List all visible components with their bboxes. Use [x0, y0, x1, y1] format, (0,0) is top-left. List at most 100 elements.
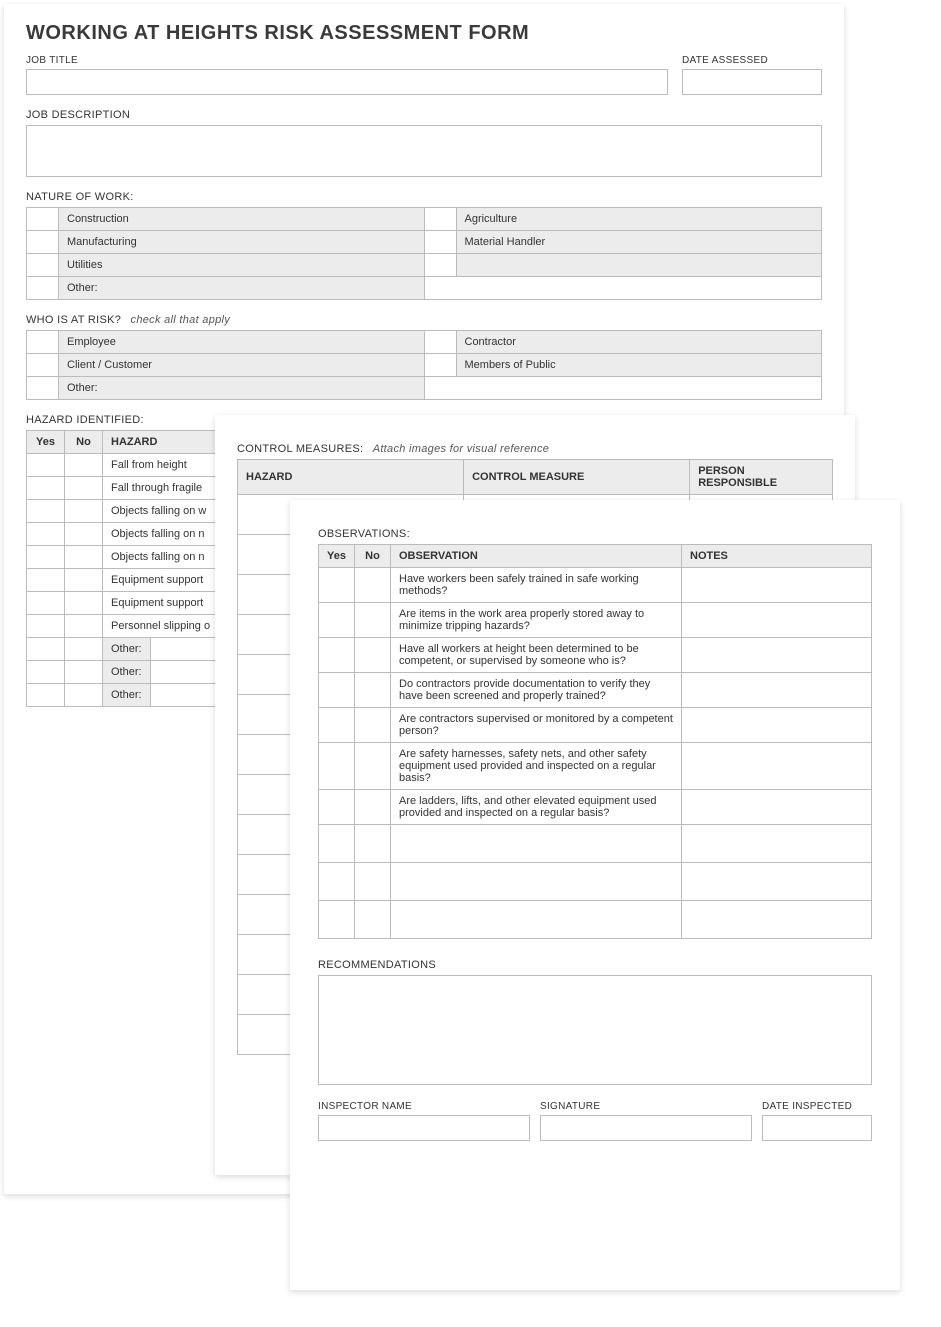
risk-other-input[interactable] [424, 377, 822, 400]
hazard-yes-check[interactable] [27, 500, 65, 523]
obs-notes-cell[interactable] [682, 568, 872, 603]
obs-no-check[interactable] [355, 638, 391, 673]
hazard-no-header: No [65, 431, 103, 454]
control-measures-label: CONTROL MEASURES: Attach images for visu… [237, 443, 833, 455]
obs-yes-check[interactable] [319, 568, 355, 603]
obs-yes-check[interactable] [319, 825, 355, 863]
hazard-no-check[interactable] [65, 500, 103, 523]
obs-text-blank[interactable] [391, 901, 682, 939]
obs-no-header: No [355, 545, 391, 568]
hazard-yes-check[interactable] [27, 592, 65, 615]
hazard-yes-check[interactable] [27, 477, 65, 500]
signature-input[interactable] [540, 1115, 752, 1141]
nature-check[interactable] [27, 277, 59, 300]
nature-check[interactable] [27, 231, 59, 254]
obs-yes-check[interactable] [319, 901, 355, 939]
inspector-name-input[interactable] [318, 1115, 530, 1141]
obs-yes-check[interactable] [319, 863, 355, 901]
hazard-no-check[interactable] [65, 615, 103, 638]
nature-check[interactable] [424, 254, 456, 277]
obs-notes-cell[interactable] [682, 901, 872, 939]
obs-no-check[interactable] [355, 708, 391, 743]
nature-check[interactable] [27, 254, 59, 277]
hazard-other-input[interactable] [151, 638, 225, 660]
obs-yes-check[interactable] [319, 638, 355, 673]
hazard-yes-check[interactable] [27, 523, 65, 546]
nature-other-input[interactable] [424, 277, 822, 300]
obs-notes-cell[interactable] [682, 743, 872, 790]
hazard-yes-check[interactable] [27, 454, 65, 477]
job-description-input[interactable] [26, 125, 822, 177]
hazard-other-input[interactable] [151, 661, 225, 683]
obs-yes-check[interactable] [319, 603, 355, 638]
hazard-no-check[interactable] [65, 684, 103, 707]
date-assessed-input[interactable] [682, 69, 822, 95]
hazard-no-check[interactable] [65, 638, 103, 661]
obs-notes-cell[interactable] [682, 673, 872, 708]
obs-text: Do contractors provide documentation to … [391, 673, 682, 708]
obs-notes-cell[interactable] [682, 603, 872, 638]
risk-option: Employee [59, 331, 425, 354]
risk-option: Members of Public [456, 354, 822, 377]
obs-no-check[interactable] [355, 603, 391, 638]
risk-check[interactable] [27, 377, 59, 400]
obs-no-check[interactable] [355, 568, 391, 603]
hazard-yes-check[interactable] [27, 569, 65, 592]
hazard-other-cell: Other: [103, 684, 226, 707]
hazard-no-check[interactable] [65, 546, 103, 569]
observations-table: Yes No OBSERVATION NOTES Have workers be… [318, 544, 872, 939]
hazard-no-check[interactable] [65, 569, 103, 592]
nature-option [456, 254, 822, 277]
risk-check[interactable] [27, 331, 59, 354]
obs-no-check[interactable] [355, 743, 391, 790]
risk-check[interactable] [27, 354, 59, 377]
risk-check[interactable] [424, 354, 456, 377]
obs-text-blank[interactable] [391, 825, 682, 863]
who-at-risk-table: Employee Contractor Client / Customer Me… [26, 330, 822, 400]
obs-no-check[interactable] [355, 825, 391, 863]
obs-yes-check[interactable] [319, 790, 355, 825]
hazard-yes-check[interactable] [27, 684, 65, 707]
hazard-no-check[interactable] [65, 477, 103, 500]
hazard-yes-check[interactable] [27, 638, 65, 661]
risk-option: Contractor [456, 331, 822, 354]
risk-check[interactable] [424, 331, 456, 354]
hazard-text: Fall from height [103, 454, 226, 477]
hazard-no-check[interactable] [65, 592, 103, 615]
obs-notes-cell[interactable] [682, 863, 872, 901]
obs-observation-header: OBSERVATION [391, 545, 682, 568]
obs-no-check[interactable] [355, 901, 391, 939]
hazard-other-label: Other: [103, 661, 151, 683]
hazard-yes-check[interactable] [27, 615, 65, 638]
nature-check[interactable] [424, 231, 456, 254]
hazard-other-input[interactable] [151, 684, 225, 706]
hazard-yes-header: Yes [27, 431, 65, 454]
obs-notes-cell[interactable] [682, 638, 872, 673]
obs-yes-check[interactable] [319, 708, 355, 743]
who-at-risk-label: WHO IS AT RISK? check all that apply [26, 314, 822, 326]
hazard-no-check[interactable] [65, 454, 103, 477]
obs-notes-cell[interactable] [682, 825, 872, 863]
recommendations-input[interactable] [318, 975, 872, 1085]
obs-no-check[interactable] [355, 790, 391, 825]
obs-no-check[interactable] [355, 673, 391, 708]
job-title-input[interactable] [26, 69, 668, 95]
nature-check[interactable] [27, 208, 59, 231]
obs-text-blank[interactable] [391, 863, 682, 901]
hazard-no-check[interactable] [65, 661, 103, 684]
hazard-yes-check[interactable] [27, 546, 65, 569]
nature-other-label: Other: [59, 277, 425, 300]
obs-notes-cell[interactable] [682, 790, 872, 825]
risk-hint: check all that apply [131, 314, 231, 326]
obs-notes-cell[interactable] [682, 708, 872, 743]
hazard-yes-check[interactable] [27, 661, 65, 684]
nature-check[interactable] [424, 208, 456, 231]
hazard-text: Personnel slipping o [103, 615, 226, 638]
obs-text: Are contractors supervised or monitored … [391, 708, 682, 743]
obs-yes-check[interactable] [319, 743, 355, 790]
obs-text: Have workers been safely trained in safe… [391, 568, 682, 603]
obs-yes-check[interactable] [319, 673, 355, 708]
obs-no-check[interactable] [355, 863, 391, 901]
hazard-no-check[interactable] [65, 523, 103, 546]
date-inspected-input[interactable] [762, 1115, 872, 1141]
